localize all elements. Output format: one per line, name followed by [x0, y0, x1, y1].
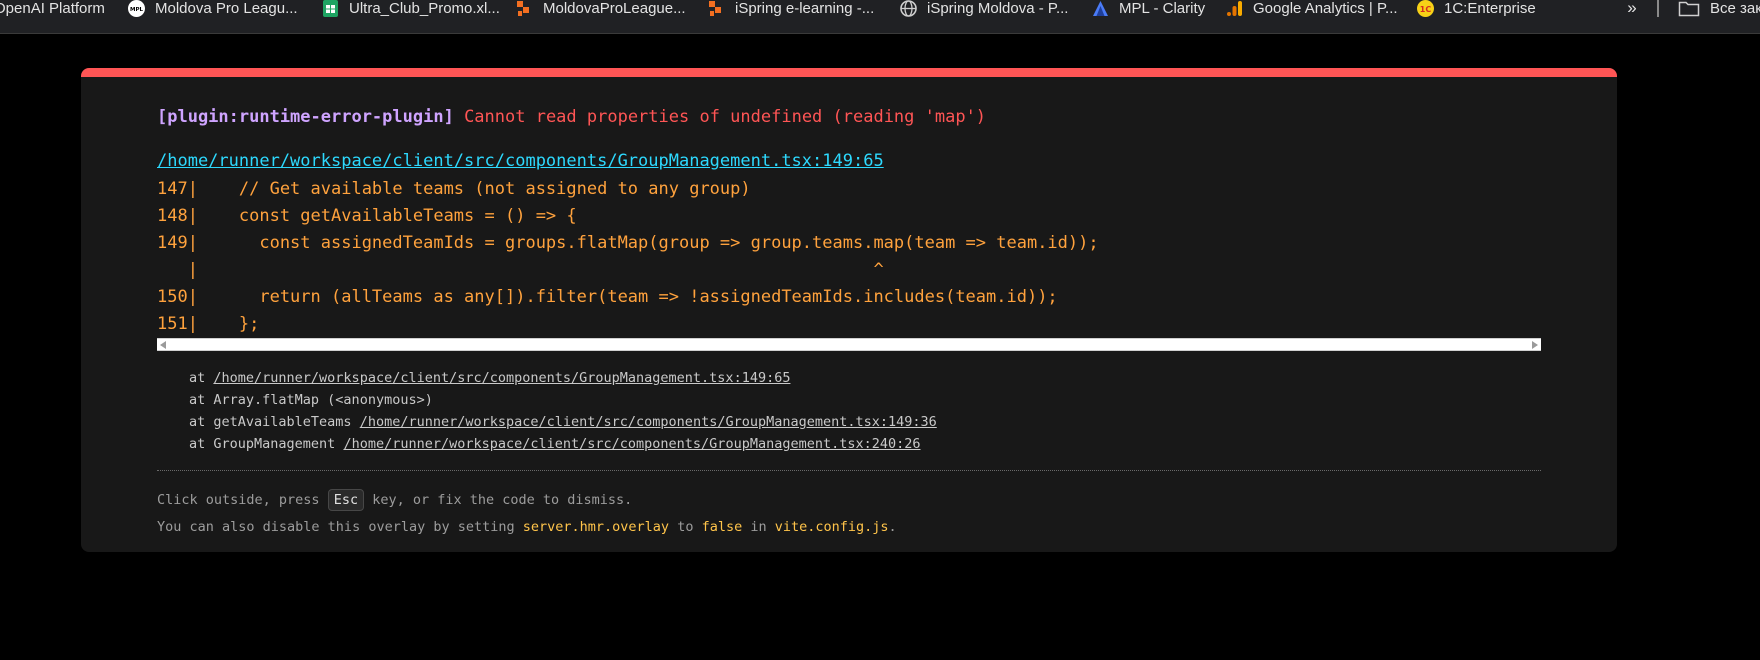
- code-line: 147| // Get available teams (not assigne…: [157, 179, 751, 199]
- code-line: 148| const getAvailableTeams = () => {: [157, 206, 577, 226]
- sheets-icon: [322, 0, 339, 17]
- error-plugin-name: [plugin:runtime-error-plugin]: [157, 107, 454, 127]
- scroll-left-icon[interactable]: [160, 341, 166, 349]
- tip-text: You can also disable this overlay by set…: [157, 519, 523, 535]
- bookmark-openai-platform[interactable]: OpenAI Platform: [0, 0, 105, 17]
- bookmark-moldova-pro-league[interactable]: MPL Moldova Pro Leagu...: [128, 0, 298, 17]
- code-horizontal-scrollbar[interactable]: [157, 338, 1541, 351]
- scroll-right-icon[interactable]: [1532, 341, 1538, 349]
- bookmark-label: 1C:Enterprise: [1444, 0, 1536, 17]
- bookmark-label: OpenAI Platform: [0, 0, 105, 17]
- svg-text:1C: 1C: [1420, 5, 1432, 14]
- stack-frame-location[interactable]: /home/runner/workspace/client/src/compon…: [213, 370, 790, 386]
- bookmarks-all-folder[interactable]: Все зак: [1678, 0, 1760, 17]
- dismiss-tip-text: key, or fix the code to dismiss.: [364, 492, 633, 508]
- tip-text: .: [888, 519, 897, 535]
- stack-frame-name: Array.flatMap (<anonymous>): [213, 392, 433, 408]
- dismiss-tip: Click outside, press Esc key, or fix the…: [157, 488, 632, 512]
- bookmark-label: iSpring e-learning -...: [735, 0, 875, 17]
- disable-overlay-tip: You can also disable this overlay by set…: [157, 515, 897, 539]
- bookmark-label: Ultra_Club_Promo.xl...: [349, 0, 500, 17]
- stack-frame-prefix: at: [189, 370, 214, 386]
- folder-icon: [1678, 0, 1700, 17]
- bookmark-label: iSpring Moldova - P...: [927, 0, 1069, 17]
- tip-text: in: [742, 519, 775, 535]
- bookmark-label: MPL - Clarity: [1119, 0, 1206, 17]
- bookmarks-separator: [1657, 0, 1659, 17]
- onec-icon: 1C: [1417, 0, 1434, 17]
- error-message: Cannot read properties of undefined (rea…: [464, 107, 987, 127]
- bookmark-ultra-club-promo[interactable]: Ultra_Club_Promo.xl...: [322, 0, 500, 17]
- code-frame: 147| // Get available teams (not assigne…: [157, 176, 1541, 338]
- bookmark-1c-enterprise[interactable]: 1C 1C:Enterprise: [1417, 0, 1536, 17]
- config-value-ref: false: [701, 519, 743, 535]
- bookmark-label: Google Analytics | P...: [1253, 0, 1398, 17]
- bookmark-moldovaproleague[interactable]: MoldovaProLeague...: [516, 0, 686, 17]
- config-key-ref: server.hmr.overlay: [522, 519, 670, 535]
- tip-text: to: [669, 519, 702, 535]
- stack-frame: at GroupManagement /home/runner/workspac…: [189, 433, 937, 455]
- stack-frame-prefix: at: [189, 414, 214, 430]
- esc-key-badge: Esc: [327, 489, 365, 511]
- bookmark-ispring-elearning[interactable]: iSpring e-learning -...: [708, 0, 874, 17]
- ispring-icon: [516, 0, 533, 17]
- stack-frame-name: GroupManagement: [213, 436, 344, 452]
- error-file-link[interactable]: /home/runner/workspace/client/src/compon…: [157, 151, 884, 171]
- divider: [157, 470, 1541, 471]
- analytics-icon: [1226, 0, 1243, 17]
- svg-text:MPL: MPL: [130, 7, 144, 13]
- bookmarks-folder-label: Все зак: [1710, 0, 1760, 17]
- bookmark-mpl-clarity[interactable]: MPL - Clarity: [1092, 0, 1205, 17]
- stack-frame-prefix: at: [189, 436, 214, 452]
- bookmarks-overflow-button[interactable]: »: [1622, 0, 1642, 17]
- stack-frame: at /home/runner/workspace/client/src/com…: [189, 367, 937, 389]
- stack-frame-location[interactable]: /home/runner/workspace/client/src/compon…: [360, 414, 937, 430]
- stack-frame: at Array.flatMap (<anonymous>): [189, 389, 937, 411]
- clarity-icon: [1092, 0, 1109, 17]
- dismiss-tip-text: Click outside, press: [157, 492, 328, 508]
- code-line: 151| };: [157, 314, 260, 334]
- error-title: [plugin:runtime-error-plugin] Cannot rea…: [157, 107, 986, 127]
- code-line: 150| return (allTeams as any[]).filter(t…: [157, 287, 1058, 307]
- code-line: 149| const assignedTeamIds = groups.flat…: [157, 233, 1099, 253]
- ispring-icon: [708, 0, 725, 17]
- stack-frame: at getAvailableTeams /home/runner/worksp…: [189, 411, 937, 433]
- stack-frame-name: getAvailableTeams: [213, 414, 360, 430]
- stack-trace: at /home/runner/workspace/client/src/com…: [189, 367, 937, 455]
- bookmark-label: MoldovaProLeague...: [543, 0, 686, 17]
- stack-frame-prefix: at: [189, 392, 214, 408]
- globe-icon: [900, 0, 917, 17]
- config-file-ref: vite.config.js: [774, 519, 889, 535]
- bookmarks-bar: OpenAI Platform MPL Moldova Pro Leagu...…: [0, 0, 1760, 34]
- code-caret-line: | ^: [157, 260, 884, 280]
- stack-frame-location[interactable]: /home/runner/workspace/client/src/compon…: [343, 436, 920, 452]
- bookmark-google-analytics[interactable]: Google Analytics | P...: [1226, 0, 1398, 17]
- mpl-logo-icon: MPL: [128, 0, 145, 17]
- bookmark-label: Moldova Pro Leagu...: [155, 0, 298, 17]
- error-overlay: [plugin:runtime-error-plugin] Cannot rea…: [81, 68, 1617, 552]
- bookmark-ispring-moldova[interactable]: iSpring Moldova - P...: [900, 0, 1068, 17]
